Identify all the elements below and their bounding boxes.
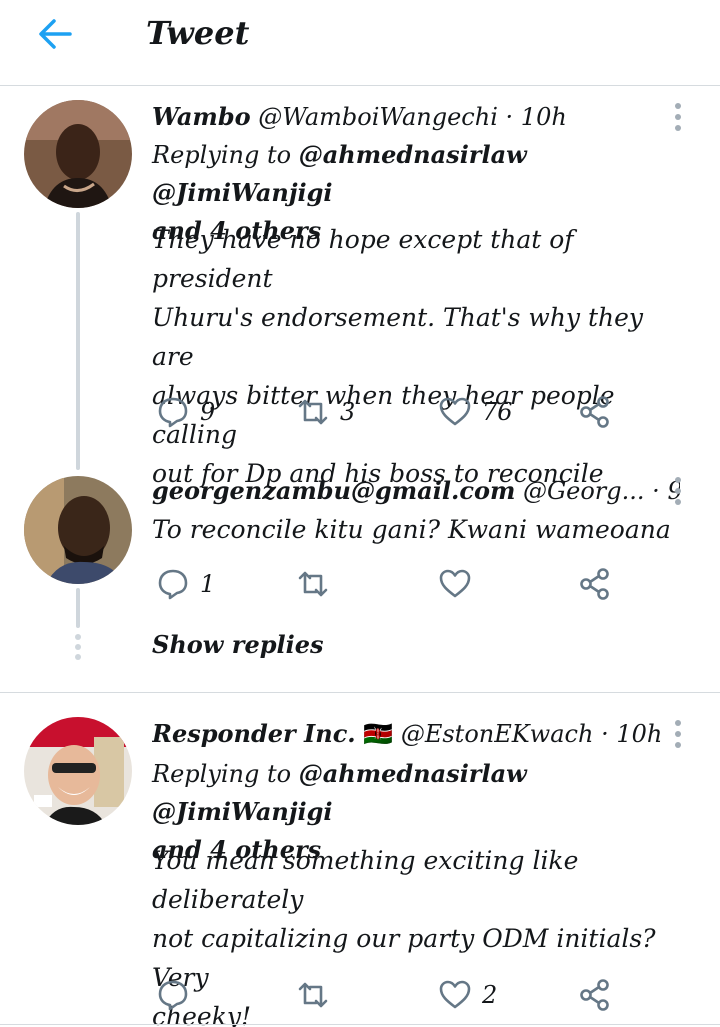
tweet-item[interactable]: Responder Inc. 🇰🇪 @EstonEKwach · 10h Rep…	[0, 693, 720, 1027]
tweet-actions: 2	[152, 975, 632, 1015]
share-icon	[580, 979, 609, 1011]
heart-icon	[439, 569, 471, 598]
timestamp[interactable]: 10h	[521, 103, 567, 131]
user-handle[interactable]: @WamboiWangechi	[258, 103, 498, 131]
display-name[interactable]: Wambo	[152, 102, 251, 131]
display-name[interactable]: Responder Inc.	[152, 719, 356, 748]
avatar[interactable]	[24, 476, 132, 584]
share-button[interactable]	[578, 392, 612, 432]
user-handle[interactable]: @EstonEKwach	[401, 720, 594, 748]
reply-icon	[158, 569, 188, 600]
reply-count: 9	[200, 398, 216, 426]
top-bar: Tweet	[0, 0, 720, 86]
like-count: 2	[482, 981, 498, 1009]
reply-icon	[158, 980, 188, 1011]
heart-icon	[439, 397, 471, 426]
retweet-icon	[298, 399, 328, 425]
tweet-text-line: They have no hope except that of preside…	[152, 225, 574, 293]
separator: ·	[652, 477, 660, 505]
more-options-button[interactable]	[670, 717, 686, 753]
retweet-button[interactable]	[296, 975, 340, 1015]
tweet-header: Responder Inc. 🇰🇪 @EstonEKwach · 10h	[152, 719, 680, 748]
share-icon	[580, 568, 609, 600]
retweet-count: 3	[340, 398, 356, 426]
avatar[interactable]	[24, 717, 132, 825]
avatar[interactable]	[24, 100, 132, 208]
share-icon	[580, 396, 609, 428]
tweet-text: To reconcile kitu gani? Kwani wameoana	[152, 510, 690, 549]
tweet-text-line: Uhuru's endorsement. That's why they are	[152, 303, 644, 371]
bottom-divider	[0, 1024, 720, 1025]
back-button[interactable]	[34, 12, 78, 56]
kenya-flag-icon: 🇰🇪	[363, 720, 394, 748]
tweet-text: They have no hope except that of preside…	[152, 220, 690, 493]
tweet-text-line: To reconcile kitu gani? Kwani wameoana	[152, 515, 671, 544]
user-handle[interactable]: @Georg...	[523, 477, 645, 505]
more-options-button[interactable]	[670, 474, 686, 510]
mention-link[interactable]: @ahmednasirlaw	[299, 140, 527, 169]
reply-count: 1	[200, 570, 216, 598]
tweet-actions: 1	[152, 564, 632, 604]
like-button[interactable]	[438, 564, 482, 604]
mention-link[interactable]: @JimiWanjigi	[152, 178, 333, 207]
retweet-icon	[298, 571, 328, 597]
share-button[interactable]	[578, 564, 612, 604]
thread-dots	[75, 588, 81, 660]
share-button[interactable]	[578, 975, 612, 1015]
thread-connector	[76, 212, 80, 470]
tweet-header: Wambo @WamboiWangechi · 10h	[152, 102, 680, 131]
mention-link[interactable]: @ahmednasirlaw	[299, 759, 527, 788]
reply-button[interactable]	[156, 975, 200, 1015]
retweet-button[interactable]: 3	[296, 392, 355, 432]
tweet-item[interactable]: Wambo @WamboiWangechi · 10h Replying to …	[0, 86, 720, 488]
tweet-actions: 9 3 76	[152, 392, 632, 432]
tweet-header: georgenzambu@gmail.com @Georg... · 9h	[152, 476, 680, 505]
retweet-button[interactable]	[296, 564, 340, 604]
like-count: 76	[482, 398, 513, 426]
display-name[interactable]: georgenzambu@gmail.com	[152, 476, 515, 505]
show-replies-link[interactable]: Show replies	[152, 630, 324, 659]
like-button[interactable]: 2	[438, 975, 497, 1015]
reply-icon	[158, 397, 188, 428]
reply-button[interactable]: 1	[156, 564, 215, 604]
replying-to-label: Replying to	[152, 141, 292, 169]
reply-button[interactable]: 9	[156, 392, 215, 432]
mention-link[interactable]: @JimiWanjigi	[152, 797, 333, 826]
more-options-button[interactable]	[670, 100, 686, 136]
page-title: Tweet	[146, 14, 250, 52]
separator: ·	[505, 103, 514, 131]
tweet-item[interactable]: georgenzambu@gmail.com @Georg... · 9h To…	[0, 466, 720, 692]
heart-icon	[439, 980, 471, 1009]
like-button[interactable]: 76	[438, 392, 513, 432]
tweet-text-line: You mean something exciting like deliber…	[152, 846, 579, 914]
timestamp[interactable]: 10h	[616, 720, 662, 748]
separator: ·	[601, 720, 609, 748]
arrow-left-icon	[39, 19, 72, 49]
replying-to-label: Replying to	[152, 760, 292, 788]
retweet-icon	[298, 982, 328, 1008]
